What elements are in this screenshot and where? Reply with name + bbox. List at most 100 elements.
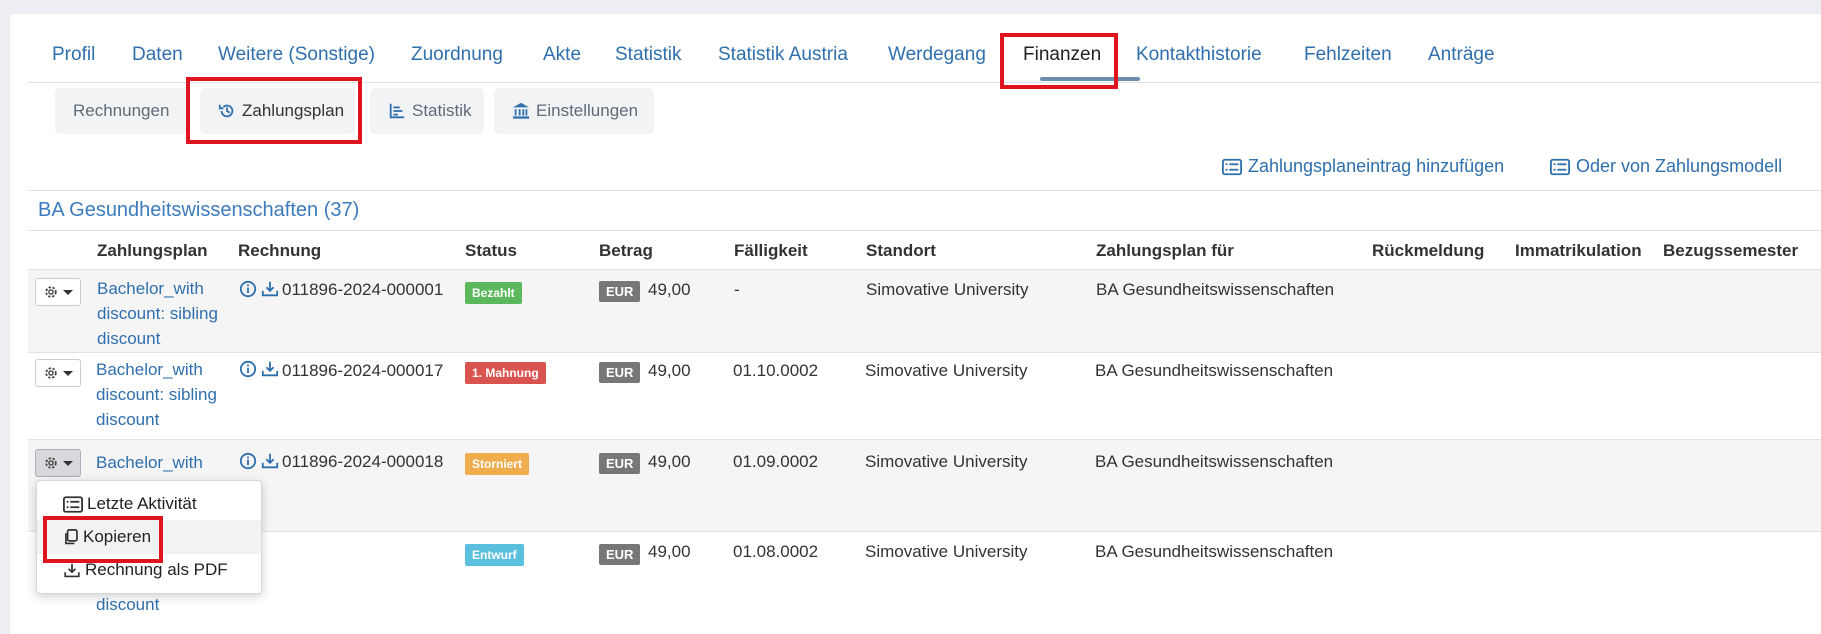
subtab-statistik-label: Statistik [412, 101, 472, 120]
invoice-number: 011896-2024-000018 [282, 452, 444, 471]
tab-werdegang[interactable]: Werdegang [888, 44, 986, 66]
bar-chart-icon [388, 102, 406, 120]
from-payment-model-button[interactable]: Oder von Zahlungsmodell [1550, 156, 1782, 177]
add-plan-entry-button[interactable]: Zahlungsplaneintrag hinzufügen [1222, 156, 1504, 177]
gear-icon [45, 367, 57, 379]
header-zahlungsplan: Zahlungsplan [97, 241, 208, 260]
currency-label: EUR [599, 453, 641, 474]
subtab-rechnungen-label: Rechnungen [73, 101, 170, 120]
subtab-einstellungen[interactable]: Einstellungen [494, 88, 654, 134]
menu-item-label: Rechnung als PDF [85, 560, 228, 579]
header-standort: Standort [866, 241, 936, 260]
menu-item-rechnung-pdf[interactable]: Rechnung als PDF [37, 553, 261, 587]
group-title: BA Gesundheitswissenschaften (37) [38, 199, 360, 221]
currency-label: EUR [599, 362, 641, 383]
invoice-icons [239, 452, 279, 470]
copy-icon [63, 528, 79, 546]
location: Simovative University [866, 280, 1029, 299]
list-icon [1550, 158, 1570, 176]
location: Simovative University [865, 542, 1028, 561]
subtab-statistik[interactable]: Statistik [370, 88, 484, 134]
invoice-number: 011896-2024-000001 [282, 280, 444, 299]
amount: 49,00 [648, 452, 691, 471]
status-badge: Entwurf [465, 544, 524, 566]
status-badge: Storniert [465, 453, 530, 475]
header-immatrikulation: Immatrikulation [1515, 241, 1642, 260]
gear-icon [45, 457, 57, 469]
currency-label: EUR [599, 281, 641, 302]
subtab-zahlungsplan[interactable]: Zahlungsplan [200, 88, 354, 134]
table-row: Bachelor_with discount: sibling discount… [28, 353, 1821, 440]
plan-for: BA Gesundheitswissenschaften [1095, 361, 1334, 380]
status-badge: 1. Mahnung [465, 362, 546, 384]
location: Simovative University [865, 361, 1028, 380]
list-icon [63, 495, 83, 513]
plan-link[interactable]: Bachelor_with [96, 450, 236, 475]
row-actions-dropdown: Letzte Aktivität Kopieren Rechnung als P… [36, 480, 262, 594]
invoice-icons [239, 280, 279, 298]
row-actions-button[interactable] [35, 359, 81, 387]
row-actions-button[interactable] [35, 278, 81, 306]
table-row: Bachelor_with 011896-2024-000018 Stornie… [28, 440, 1821, 532]
tab-akte[interactable]: Akte [543, 44, 581, 66]
row-actions-button[interactable] [35, 449, 81, 477]
download-icon [63, 562, 81, 579]
header-bezugssemester: Bezugssemester [1663, 241, 1799, 260]
menu-item-label: Kopieren [83, 527, 152, 546]
tab-antraege[interactable]: Anträge [1428, 44, 1495, 66]
from-payment-model-label: Oder von Zahlungsmodell [1576, 156, 1783, 176]
add-plan-entry-label: Zahlungsplaneintrag hinzufügen [1248, 156, 1505, 176]
table-row: discount Entwurf EUR 49,00 01.08.0002 Si… [28, 532, 1821, 616]
plan-for: BA Gesundheitswissenschaften [1096, 280, 1335, 299]
tab-kontakthistorie[interactable]: Kontakthistorie [1136, 44, 1262, 66]
group-header: BA Gesundheitswissenschaften (37) [28, 190, 1821, 230]
active-tab-indicator [1040, 77, 1140, 81]
header-status: Status [465, 241, 517, 260]
menu-item-label: Letzte Aktivität [87, 494, 197, 513]
amount: 49,00 [648, 542, 691, 561]
menu-item-kopieren[interactable]: Kopieren [37, 520, 261, 554]
plan-for: BA Gesundheitswissenschaften [1095, 452, 1334, 471]
plan-link[interactable]: discount [96, 592, 236, 617]
tab-zuordnung[interactable]: Zuordnung [411, 44, 503, 66]
invoice-number: 011896-2024-000017 [282, 361, 444, 380]
tab-statistik-austria[interactable]: Statistik Austria [718, 44, 848, 66]
info-icon[interactable] [239, 280, 257, 298]
due-date: - [734, 280, 740, 299]
menu-item-letzte-aktivitaet[interactable]: Letzte Aktivität [37, 487, 261, 521]
tab-daten[interactable]: Daten [132, 44, 183, 66]
chevron-down-icon [63, 289, 73, 295]
table-row: Bachelor_with discount: sibling discount… [28, 270, 1821, 353]
due-date: 01.08.0002 [733, 542, 819, 561]
tab-statistik[interactable]: Statistik [615, 44, 682, 66]
due-date: 01.09.0002 [733, 452, 819, 471]
download-icon[interactable] [261, 280, 279, 298]
status-badge: Bezahlt [465, 282, 522, 304]
subtab-einstellungen-label: Einstellungen [536, 101, 639, 120]
info-icon[interactable] [239, 452, 257, 470]
amount: 49,00 [648, 280, 691, 299]
header-zahlungsplan-fuer: Zahlungsplan für [1096, 241, 1234, 260]
subtab-rechnungen[interactable]: Rechnungen [55, 88, 188, 134]
plan-for: BA Gesundheitswissenschaften [1095, 542, 1334, 561]
tab-fehlzeiten[interactable]: Fehlzeiten [1304, 44, 1392, 66]
header-rechnung: Rechnung [238, 241, 322, 260]
plan-link[interactable]: Bachelor_with discount: sibling discount [97, 276, 237, 351]
list-icon [1222, 158, 1242, 176]
plan-link[interactable]: Bachelor_with discount: sibling discount [96, 357, 236, 432]
currency-label: EUR [599, 544, 641, 565]
tab-finanzen[interactable]: Finanzen [1023, 44, 1101, 66]
history-icon [218, 102, 236, 120]
header-rueckmeldung: Rückmeldung [1372, 241, 1485, 260]
tab-weitere[interactable]: Weitere (Sonstige) [218, 44, 375, 66]
tab-profil[interactable]: Profil [52, 44, 95, 66]
header-betrag: Betrag [599, 241, 653, 260]
chevron-down-icon [63, 370, 73, 376]
gear-icon [45, 286, 57, 298]
info-icon[interactable] [239, 360, 257, 378]
due-date: 01.10.0002 [733, 361, 819, 380]
download-icon[interactable] [261, 360, 279, 378]
download-icon[interactable] [261, 452, 279, 470]
main-tab-bar: Profil Daten Weitere (Sonstige) Zuordnun… [28, 30, 1821, 83]
invoice-icons [239, 360, 279, 378]
